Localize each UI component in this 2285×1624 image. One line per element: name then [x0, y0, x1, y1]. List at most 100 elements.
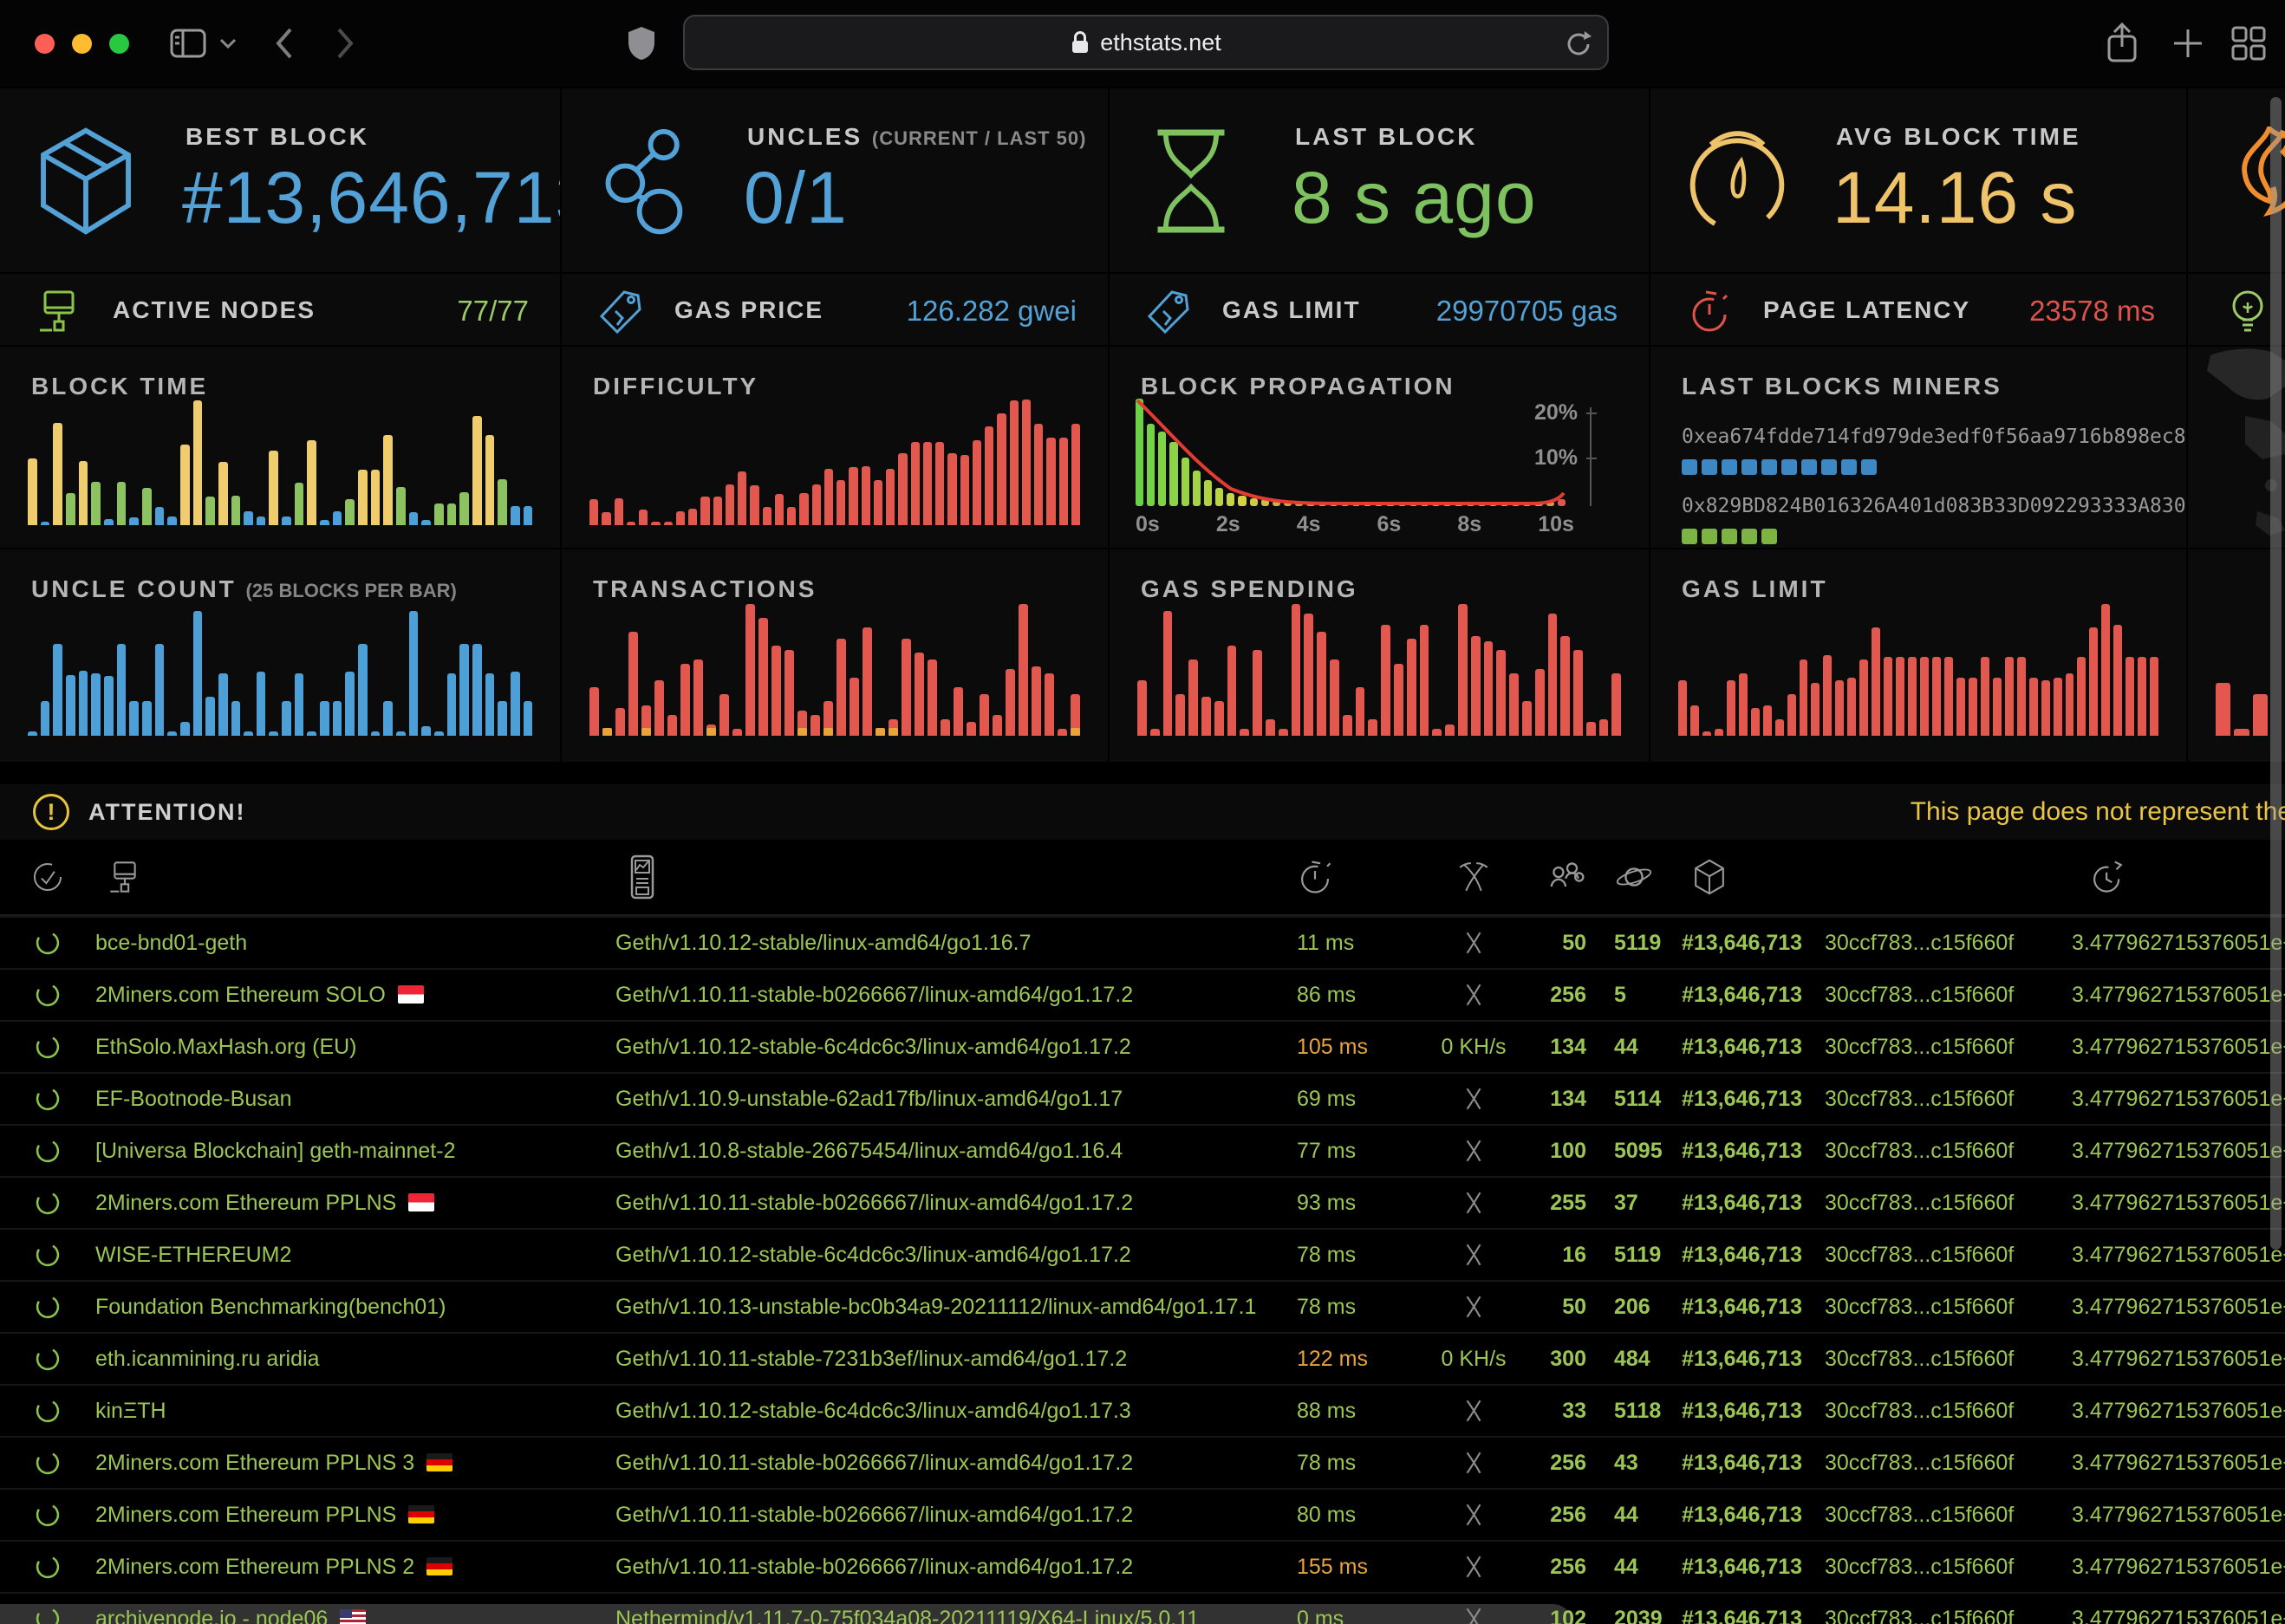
- node-total-difficulty: 3.477962715376051e+: [2072, 1295, 2285, 1320]
- y-tick-label: 20%: [1534, 400, 1578, 425]
- table-row[interactable]: kinΞTHGeth/v1.10.12-stable-6c4dc6c3/linu…: [0, 1384, 2285, 1436]
- close-window-button[interactable]: [35, 34, 55, 54]
- node-pending: 484: [1586, 1347, 1682, 1372]
- miner-blocks-squares: [1682, 459, 2091, 475]
- table-row[interactable]: WISE-ETHEREUM2Geth/v1.10.12-stable-6c4dc…: [0, 1228, 2285, 1280]
- node-name[interactable]: Foundation Benchmarking(bench01): [95, 1295, 615, 1320]
- forward-button[interactable]: [335, 26, 355, 61]
- node-name[interactable]: 2Miners.com Ethereum PPLNS 3: [95, 1451, 615, 1476]
- table-row[interactable]: 2Miners.com Ethereum SOLOGeth/v1.10.11-s…: [0, 968, 2285, 1020]
- node-block-hash: 30ccf783...c15f660f: [1825, 983, 2072, 1008]
- not-mining-icon: [1462, 1296, 1485, 1320]
- node-status-icon: [0, 980, 95, 1010]
- best-block-card: BEST BLOCK #13,646,713: [0, 88, 560, 272]
- node-name[interactable]: [Universa Blockchain] geth-mainnet-2: [95, 1139, 615, 1164]
- block-time-bars: [28, 397, 532, 525]
- node-block-hash: 30ccf783...c15f660f: [1825, 1191, 2072, 1216]
- node-peers: 16: [1526, 1243, 1586, 1268]
- table-row[interactable]: 2Miners.com Ethereum PPLNSGeth/v1.10.11-…: [0, 1488, 2285, 1540]
- reload-icon[interactable]: [1564, 29, 1593, 60]
- chevron-down-icon[interactable]: [218, 37, 238, 49]
- nodes-table: bce-bnd01-gethGeth/v1.10.12-stable/linux…: [0, 916, 2285, 1624]
- attention-bar: ! ATTENTION! This page does not represen…: [0, 784, 2285, 840]
- node-peers: 256: [1526, 983, 1586, 1008]
- node-status-icon: [0, 1500, 95, 1530]
- stat-title: ACTIVE NODES: [113, 296, 316, 324]
- node-peers: 100: [1526, 1139, 1586, 1164]
- shield-icon[interactable]: [626, 25, 657, 62]
- gas-price-card: GAS PRICE 126.282 gwei: [562, 274, 1108, 345]
- miner-address[interactable]: 0x829BD824B016326A401d083B33D092293333A8…: [1682, 495, 2186, 517]
- table-row[interactable]: 2Miners.com Ethereum PPLNS 2Geth/v1.10.1…: [0, 1540, 2285, 1592]
- new-tab-icon[interactable]: [2171, 26, 2205, 61]
- minimize-window-button[interactable]: [72, 34, 92, 54]
- node-info: Geth/v1.10.12-stable/linux-amd64/go1.16.…: [615, 931, 1266, 956]
- stat-title: BEST BLOCK: [186, 123, 369, 151]
- node-status-icon: [0, 1448, 95, 1478]
- back-button[interactable]: [274, 26, 295, 61]
- last-block-card: LAST BLOCK 8 s ago: [1110, 88, 1649, 272]
- node-name[interactable]: 2Miners.com Ethereum PPLNS: [95, 1503, 615, 1528]
- node-pending: 5118: [1586, 1399, 1682, 1424]
- page-latency-value: 23578 ms: [2029, 295, 2155, 328]
- node-info: Geth/v1.10.13-unstable-bc0b34a9-20211112…: [615, 1295, 1266, 1320]
- node-name[interactable]: 2Miners.com Ethereum PPLNS 2: [95, 1555, 615, 1580]
- url-bar[interactable]: ethstats.net: [683, 15, 1609, 70]
- scrollbar-thumb[interactable]: [2270, 97, 2282, 1250]
- node-mining: [1422, 982, 1526, 1009]
- table-row[interactable]: bce-bnd01-gethGeth/v1.10.12-stable/linux…: [0, 916, 2285, 968]
- node-status-icon: [0, 1292, 95, 1322]
- node-name[interactable]: WISE-ETHEREUM2: [95, 1243, 615, 1268]
- table-row[interactable]: EthSolo.MaxHash.org (EU)Geth/v1.10.12-st…: [0, 1020, 2285, 1072]
- node-name[interactable]: 2Miners.com Ethereum SOLO: [95, 983, 615, 1008]
- node-total-difficulty: 3.477962715376051e+: [2072, 1451, 2285, 1476]
- not-mining-icon: [1462, 1088, 1485, 1112]
- table-row[interactable]: [Universa Blockchain] geth-mainnet-2Geth…: [0, 1124, 2285, 1176]
- miner-address[interactable]: 0xea674fdde714fd979de3edf0f56aa9716b898e…: [1682, 425, 2186, 448]
- table-row[interactable]: EF-Bootnode-BusanGeth/v1.10.9-unstable-6…: [0, 1072, 2285, 1124]
- stat-title: LAST BLOCK: [1295, 123, 1477, 151]
- node-name[interactable]: 2Miners.com Ethereum PPLNS: [95, 1191, 615, 1216]
- table-row[interactable]: eth.icanmining.ru aridiaGeth/v1.10.11-st…: [0, 1332, 2285, 1384]
- tab-overview-icon[interactable]: [2230, 24, 2268, 62]
- not-mining-icon: [1462, 1192, 1485, 1216]
- node-name[interactable]: archivenode.io - node06: [95, 1607, 615, 1624]
- last-blocks-miners-card: LAST BLOCKS MINERS 0xea674fdde714fd979de…: [1650, 347, 2186, 548]
- node-block-hash: 30ccf783...c15f660f: [1825, 1139, 2072, 1164]
- y-axis-line: [1590, 407, 1592, 506]
- gas-limit-bars: [1678, 597, 2158, 736]
- node-info: Geth/v1.10.11-stable-b0266667/linux-amd6…: [615, 983, 1266, 1008]
- table-row[interactable]: 2Miners.com Ethereum PPLNS 3Geth/v1.10.1…: [0, 1436, 2285, 1488]
- uncle-count-chart: UNCLE COUNT (25 BLOCKS PER BAR): [0, 549, 560, 762]
- node-name[interactable]: bce-bnd01-geth: [95, 931, 615, 956]
- gas-limit-card: GAS LIMIT 29970705 gas: [1110, 274, 1649, 345]
- share-icon[interactable]: [2105, 23, 2139, 64]
- node-info: Geth/v1.10.11-stable-b0266667/linux-amd6…: [615, 1555, 1266, 1580]
- difficulty-bars: [589, 397, 1080, 525]
- node-block-hash: 30ccf783...c15f660f: [1825, 1555, 2072, 1580]
- not-mining-icon: [1462, 1556, 1485, 1580]
- node-name[interactable]: kinΞTH: [95, 1399, 615, 1424]
- node-name[interactable]: EthSolo.MaxHash.org (EU): [95, 1035, 615, 1060]
- node-name[interactable]: eth.icanmining.ru aridia: [95, 1347, 615, 1372]
- nodes-table-header: [0, 840, 2285, 916]
- table-row[interactable]: archivenode.io - node06Nethermind/v1.11.…: [0, 1592, 2285, 1624]
- node-block-hash: 30ccf783...c15f660f: [1825, 1451, 2072, 1476]
- node-info: Geth/v1.10.12-stable-6c4dc6c3/linux-amd6…: [615, 1399, 1266, 1424]
- node-status-icon: [0, 1552, 95, 1582]
- node-info: Geth/v1.10.11-stable-b0266667/linux-amd6…: [615, 1451, 1266, 1476]
- node-name[interactable]: EF-Bootnode-Busan: [95, 1087, 615, 1112]
- attention-label: ATTENTION!: [88, 799, 245, 826]
- table-row[interactable]: 2Miners.com Ethereum PPLNSGeth/v1.10.11-…: [0, 1176, 2285, 1228]
- table-row[interactable]: Foundation Benchmarking(bench01)Geth/v1.…: [0, 1280, 2285, 1332]
- last-block-value: 8 s ago: [1292, 156, 1537, 240]
- node-total-difficulty: 3.477962715376051e+: [2072, 1139, 2285, 1164]
- y-tick: [1586, 412, 1597, 414]
- sidebar-toggle-icon[interactable]: [170, 29, 206, 58]
- x-tick-labels: 0s2s4s6s8s10s: [1136, 512, 1574, 537]
- maximize-window-button[interactable]: [109, 34, 129, 54]
- node-info: Geth/v1.10.12-stable-6c4dc6c3/linux-amd6…: [615, 1035, 1266, 1060]
- node-total-difficulty: 3.477962715376051e+: [2072, 983, 2285, 1008]
- stat-subtitle: (CURRENT / LAST 50): [872, 127, 1087, 149]
- peers-icon: [1526, 860, 1586, 894]
